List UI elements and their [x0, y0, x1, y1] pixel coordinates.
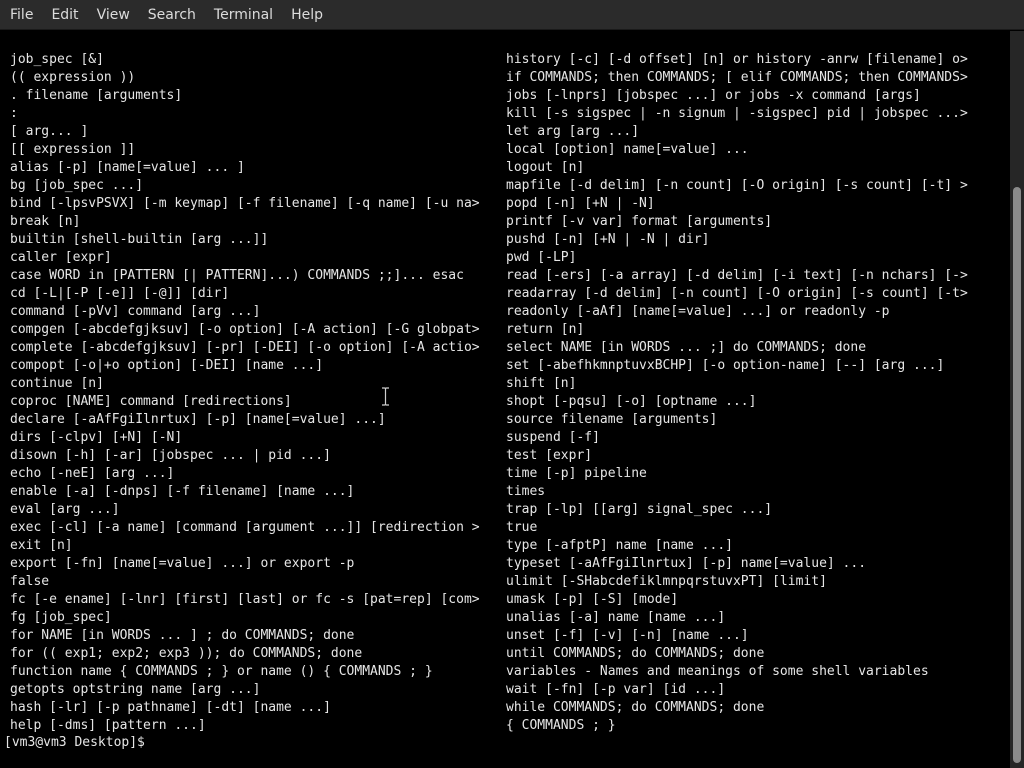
- output-line: for NAME [in WORDS ... ] ; do COMMANDS; …: [10, 628, 355, 643]
- output-line: history [-c] [-d offset] [n] or history …: [506, 52, 968, 67]
- output-line: help [-dms] [pattern ...]: [10, 718, 206, 733]
- output-line: suspend [-f]: [506, 430, 600, 445]
- output-line: select NAME [in WORDS ... ;] do COMMANDS…: [506, 340, 867, 355]
- menu-terminal[interactable]: Terminal: [205, 0, 282, 30]
- output-line: local [option] name[=value] ...: [506, 142, 749, 157]
- output-line: caller [expr]: [10, 250, 112, 265]
- output-line: variables - Names and meanings of some s…: [506, 664, 929, 679]
- output-line: bg [job_spec ...]: [10, 178, 144, 193]
- output-line: complete [-abcdefgjksuv] [-pr] [-DEI] [-…: [10, 340, 480, 355]
- output-line: [ arg... ]: [10, 124, 89, 139]
- terminal-window: File Edit View Search Terminal Help job_…: [0, 0, 1024, 768]
- output-line: jobs [-lnprs] [jobspec ...] or jobs -x c…: [506, 88, 921, 103]
- output-line: function name { COMMANDS ; } or name () …: [10, 664, 433, 679]
- output-line: set [-abefhkmnptuvxBCHP] [-o option-name…: [506, 358, 945, 373]
- output-line: umask [-p] [-S] [mode]: [506, 592, 679, 607]
- output-line: exit [n]: [10, 538, 73, 553]
- output-line: compopt [-o|+o option] [-DEI] [name ...]: [10, 358, 324, 373]
- terminal-output[interactable]: job_spec [&] (( expression )) . filename […: [0, 31, 1010, 768]
- output-line: :: [10, 106, 18, 121]
- output-line: eval [arg ...]: [10, 502, 120, 517]
- output-line: while COMMANDS; do COMMANDS; done: [506, 700, 765, 715]
- output-line: popd [-n] [+N | -N]: [506, 196, 655, 211]
- output-line: alias [-p] [name[=value] ... ]: [10, 160, 245, 175]
- output-line: wait [-fn] [-p var] [id ...]: [506, 682, 726, 697]
- output-column-left: job_spec [&] (( expression )) . filename […: [10, 51, 480, 735]
- menu-edit[interactable]: Edit: [42, 0, 87, 30]
- output-line: enable [-a] [-dnps] [-f filename] [name …: [10, 484, 355, 499]
- output-line: [[ expression ]]: [10, 142, 136, 157]
- output-line: typeset [-aAfFgiIlnrtux] [-p] name[=valu…: [506, 556, 867, 571]
- output-line: echo [-neE] [arg ...]: [10, 466, 175, 481]
- output-line: printf [-v var] format [arguments]: [506, 214, 773, 229]
- output-line: trap [-lp] [[arg] signal_spec ...]: [506, 502, 773, 517]
- output-line: fc [-e ename] [-lnr] [first] [last] or f…: [10, 592, 480, 607]
- output-line: pwd [-LP]: [506, 250, 577, 265]
- menu-search[interactable]: Search: [139, 0, 205, 30]
- output-line: export [-fn] [name[=value] ...] or expor…: [10, 556, 355, 571]
- output-line: shift [n]: [506, 376, 577, 391]
- output-line: builtin [shell-builtin [arg ...]]: [10, 232, 269, 247]
- output-line: times: [506, 484, 546, 499]
- output-line: type [-afptP] name [name ...]: [506, 538, 733, 553]
- output-line: job_spec [&]: [10, 52, 104, 67]
- output-line: (( expression )): [10, 70, 136, 85]
- menu-view[interactable]: View: [88, 0, 139, 30]
- vertical-scrollbar[interactable]: [1010, 31, 1024, 768]
- output-line: compgen [-abcdefgjksuv] [-o option] [-A …: [10, 322, 480, 337]
- output-line: source filename [arguments]: [506, 412, 718, 427]
- output-line: dirs [-clpv] [+N] [-N]: [10, 430, 183, 445]
- output-line: for (( exp1; exp2; exp3 )); do COMMANDS;…: [10, 646, 363, 661]
- output-line: time [-p] pipeline: [506, 466, 647, 481]
- text-cursor-icon: [382, 387, 389, 406]
- output-line: hash [-lr] [-p pathname] [-dt] [name ...…: [10, 700, 331, 715]
- output-line: test [expr]: [506, 448, 593, 463]
- menu-file[interactable]: File: [1, 0, 42, 30]
- output-line: cd [-L|[-P [-e]] [-@]] [dir]: [10, 286, 230, 301]
- output-line: bind [-lpsvPSVX] [-m keymap] [-f filenam…: [10, 196, 480, 211]
- output-line: disown [-h] [-ar] [jobspec ... | pid ...…: [10, 448, 331, 463]
- output-line: ulimit [-SHabcdefiklmnpqrstuvxPT] [limit…: [506, 574, 827, 589]
- output-line: kill [-s sigspec | -n signum | -sigspec]…: [506, 106, 968, 121]
- menu-help[interactable]: Help: [282, 0, 332, 30]
- output-line: if COMMANDS; then COMMANDS; [ elif COMMA…: [506, 70, 968, 85]
- output-line: command [-pVv] command [arg ...]: [10, 304, 261, 319]
- output-line: continue [n]: [10, 376, 104, 391]
- output-line: logout [n]: [506, 160, 585, 175]
- output-line: exec [-cl] [-a name] [command [argument …: [10, 520, 480, 535]
- output-line: read [-ers] [-a array] [-d delim] [-i te…: [506, 268, 968, 283]
- output-line: readonly [-aAf] [name[=value] ...] or re…: [506, 304, 890, 319]
- output-line: until COMMANDS; do COMMANDS; done: [506, 646, 765, 661]
- output-line: mapfile [-d delim] [-n count] [-O origin…: [506, 178, 968, 193]
- output-line: readarray [-d delim] [-n count] [-O orig…: [506, 286, 968, 301]
- scrollbar-thumb[interactable]: [1013, 187, 1021, 763]
- output-line: return [n]: [506, 322, 585, 337]
- output-line: getopts optstring name [arg ...]: [10, 682, 261, 697]
- output-line: { COMMANDS ; }: [506, 718, 616, 733]
- output-line: true: [506, 520, 538, 535]
- output-line: break [n]: [10, 214, 81, 229]
- output-line: unset [-f] [-v] [-n] [name ...]: [506, 628, 749, 643]
- output-line: false: [10, 574, 50, 589]
- menu-bar: File Edit View Search Terminal Help: [0, 0, 1024, 30]
- output-line: fg [job_spec]: [10, 610, 112, 625]
- output-line: . filename [arguments]: [10, 88, 183, 103]
- output-line: pushd [-n] [+N | -N | dir]: [506, 232, 710, 247]
- output-line: unalias [-a] name [name ...]: [506, 610, 726, 625]
- output-line: coproc [NAME] command [redirections]: [10, 394, 292, 409]
- output-line: case WORD in [PATTERN [| PATTERN]...) CO…: [10, 268, 464, 283]
- output-line: let arg [arg ...]: [506, 124, 640, 139]
- output-line: declare [-aAfFgiIlnrtux] [-p] [name[=val…: [10, 412, 386, 427]
- output-line: shopt [-pqsu] [-o] [optname ...]: [506, 394, 757, 409]
- shell-prompt[interactable]: [vm3@vm3 Desktop]$: [4, 734, 153, 752]
- output-column-right: history [-c] [-d offset] [n] or history …: [506, 51, 968, 735]
